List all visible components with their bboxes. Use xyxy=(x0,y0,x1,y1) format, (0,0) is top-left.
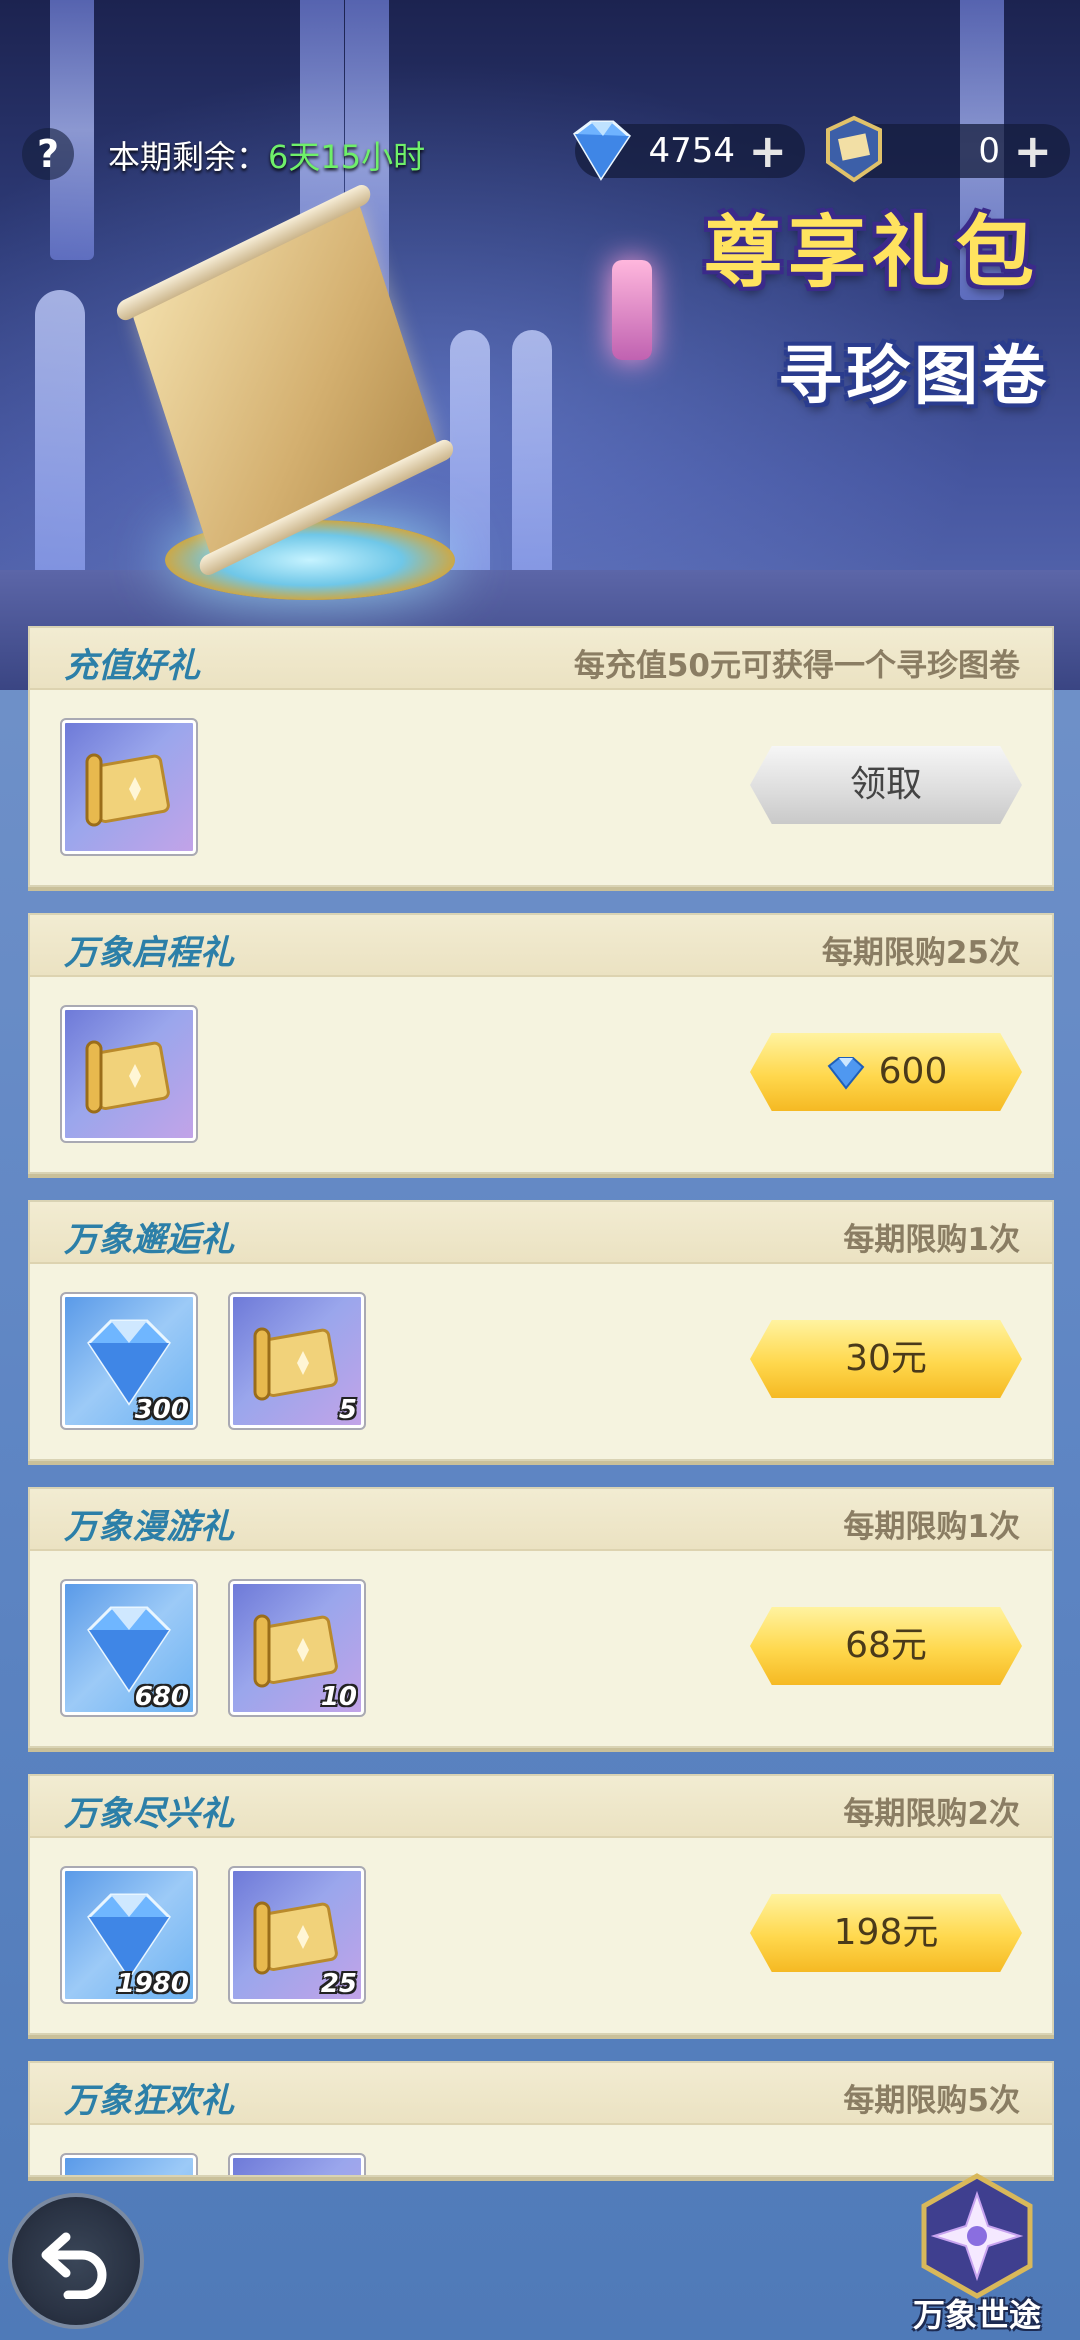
period-label: 本期剩余： xyxy=(108,138,269,176)
treasure-scroll-icon xyxy=(253,1327,338,1401)
question-mark-icon[interactable]: ? xyxy=(22,128,74,180)
reward-item[interactable] xyxy=(60,1005,198,1143)
background-window xyxy=(512,330,552,590)
buy-button[interactable]: 30元 xyxy=(750,1320,1022,1398)
treasure-scroll-artwork xyxy=(131,201,439,559)
pack-title: 万象尽兴礼 xyxy=(64,1794,234,1834)
gift-pack-card: 万象尽兴礼 每期限购2次 1980 25 198元 xyxy=(28,1774,1054,2035)
star-emblem-icon xyxy=(921,2173,1033,2299)
card-header: 万象漫游礼 每期限购1次 xyxy=(30,1489,1052,1551)
world-journey-button[interactable]: 万象世途 xyxy=(892,2172,1062,2340)
gift-pack-list[interactable]: 充值好礼 每充值50元可获得一个寻珍图卷 领取 万象启程礼 每期限购25次 60… xyxy=(28,626,1054,2177)
gift-pack-card: 万象邂逅礼 每期限购1次 300 5 30元 xyxy=(28,1200,1054,1461)
buy-button[interactable]: 198元 xyxy=(750,1894,1022,1972)
pack-limit: 每期限购1次 xyxy=(843,1222,1020,1258)
pack-limit: 每充值50元可获得一个寻珍图卷 xyxy=(573,648,1020,684)
pack-limit: 每期限购2次 xyxy=(843,1796,1020,1832)
gift-pack-card: 万象启程礼 每期限购25次 600 xyxy=(28,913,1054,1174)
currency-diamond: 4754 + xyxy=(573,120,805,181)
item-qty: 25 xyxy=(320,1969,357,1999)
buy-price: 600 xyxy=(878,1051,948,1092)
pack-limit: 每期限购1次 xyxy=(843,1509,1020,1545)
reward-item[interactable] xyxy=(60,2153,198,2177)
card-header: 万象狂欢礼 每期限购5次 xyxy=(30,2063,1052,2125)
hero-banner: 尊享礼包 寻珍图卷 xyxy=(0,0,1080,690)
gift-pack-card: 万象狂欢礼 每期限购5次 xyxy=(28,2061,1054,2177)
card-header: 万象邂逅礼 每期限购1次 xyxy=(30,1202,1052,1264)
pack-title: 万象邂逅礼 xyxy=(64,1220,234,1260)
back-arrow-icon xyxy=(41,2232,107,2299)
treasure-scroll-icon xyxy=(85,753,170,827)
add-diamond-button[interactable]: + xyxy=(748,124,787,178)
period-value: 6天15小时 xyxy=(268,138,426,176)
reward-item[interactable] xyxy=(60,718,198,856)
period-remaining: 本期剩余：6天15小时 xyxy=(108,132,425,178)
card-header: 万象尽兴礼 每期限购2次 xyxy=(30,1776,1052,1838)
back-button[interactable] xyxy=(8,2193,144,2329)
gift-pack-card: 充值好礼 每充值50元可获得一个寻珍图卷 领取 xyxy=(28,626,1054,887)
banner-subtitle: 寻珍图卷 xyxy=(778,340,1050,414)
claim-button[interactable]: 领取 xyxy=(750,746,1022,824)
pack-title: 万象启程礼 xyxy=(64,933,234,973)
reward-item[interactable] xyxy=(228,2153,366,2177)
reward-item[interactable]: 680 xyxy=(60,1579,198,1717)
buy-button[interactable]: 600 xyxy=(750,1033,1022,1111)
diamond-gem-icon xyxy=(75,2168,183,2177)
item-qty: 680 xyxy=(134,1682,189,1712)
currency-ticket: 0 + xyxy=(826,115,1070,183)
banner-title: 尊享礼包 xyxy=(703,208,1040,298)
reward-item[interactable]: 10 xyxy=(228,1579,366,1717)
card-header: 万象启程礼 每期限购25次 xyxy=(30,915,1052,977)
diamond-gem-icon xyxy=(827,1057,865,1090)
gift-pack-card: 万象漫游礼 每期限购1次 680 10 68元 xyxy=(28,1487,1054,1748)
pack-title: 万象漫游礼 xyxy=(64,1507,234,1547)
treasure-map-ticket-icon xyxy=(826,115,882,183)
treasure-scroll-icon xyxy=(243,2168,351,2177)
add-ticket-button[interactable]: + xyxy=(1013,124,1052,178)
reward-item[interactable]: 300 xyxy=(60,1292,198,1430)
background-window xyxy=(35,290,85,570)
background-window xyxy=(450,330,490,590)
diamond-gem-icon xyxy=(573,120,631,181)
treasure-scroll-icon xyxy=(85,1040,170,1114)
item-qty: 300 xyxy=(134,1395,189,1425)
pack-title: 万象狂欢礼 xyxy=(64,2081,234,2121)
pack-limit: 每期限购5次 xyxy=(843,2083,1020,2119)
item-qty: 10 xyxy=(320,1682,357,1712)
item-qty: 1980 xyxy=(116,1969,189,1999)
reward-item[interactable]: 1980 xyxy=(60,1866,198,2004)
diamond-amount: 4754 xyxy=(648,131,735,171)
card-header: 充值好礼 每充值50元可获得一个寻珍图卷 xyxy=(30,628,1052,690)
ticket-amount: 0 xyxy=(978,131,1000,171)
pack-limit: 每期限购25次 xyxy=(821,935,1020,971)
buy-button[interactable]: 68元 xyxy=(750,1607,1022,1685)
item-qty: 5 xyxy=(338,1395,357,1425)
reward-item[interactable]: 25 xyxy=(228,1866,366,2004)
pack-title: 充值好礼 xyxy=(64,646,200,686)
lantern-decoration xyxy=(612,260,652,360)
reward-item[interactable]: 5 xyxy=(228,1292,366,1430)
world-journey-label: 万象世途 xyxy=(912,2296,1041,2334)
